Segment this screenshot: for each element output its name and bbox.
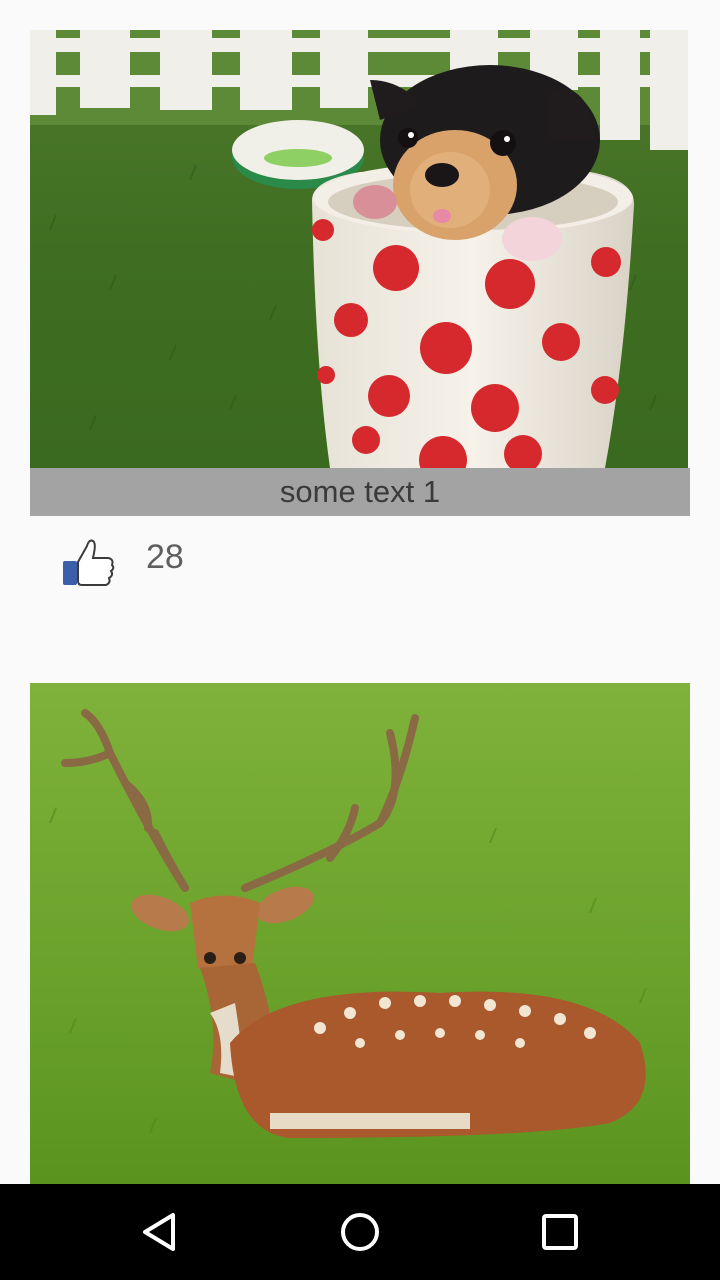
recents-square-icon[interactable] (512, 1204, 608, 1260)
post-caption: some text 1 (30, 468, 690, 516)
post-image-puppy[interactable] (30, 30, 688, 468)
back-triangle-icon[interactable] (112, 1204, 208, 1260)
post-image-deer[interactable] (30, 683, 690, 1184)
thumbs-up-icon[interactable] (60, 534, 118, 592)
like-row: 28 (30, 516, 690, 626)
like-count: 28 (146, 538, 184, 576)
system-nav-bar (0, 1184, 720, 1280)
app-screen: some text 1 28 (0, 0, 720, 1280)
post-card (30, 683, 690, 1184)
home-circle-icon[interactable] (312, 1204, 408, 1260)
feed-list[interactable]: some text 1 28 (0, 0, 720, 1184)
post-card: some text 1 28 (30, 30, 690, 626)
